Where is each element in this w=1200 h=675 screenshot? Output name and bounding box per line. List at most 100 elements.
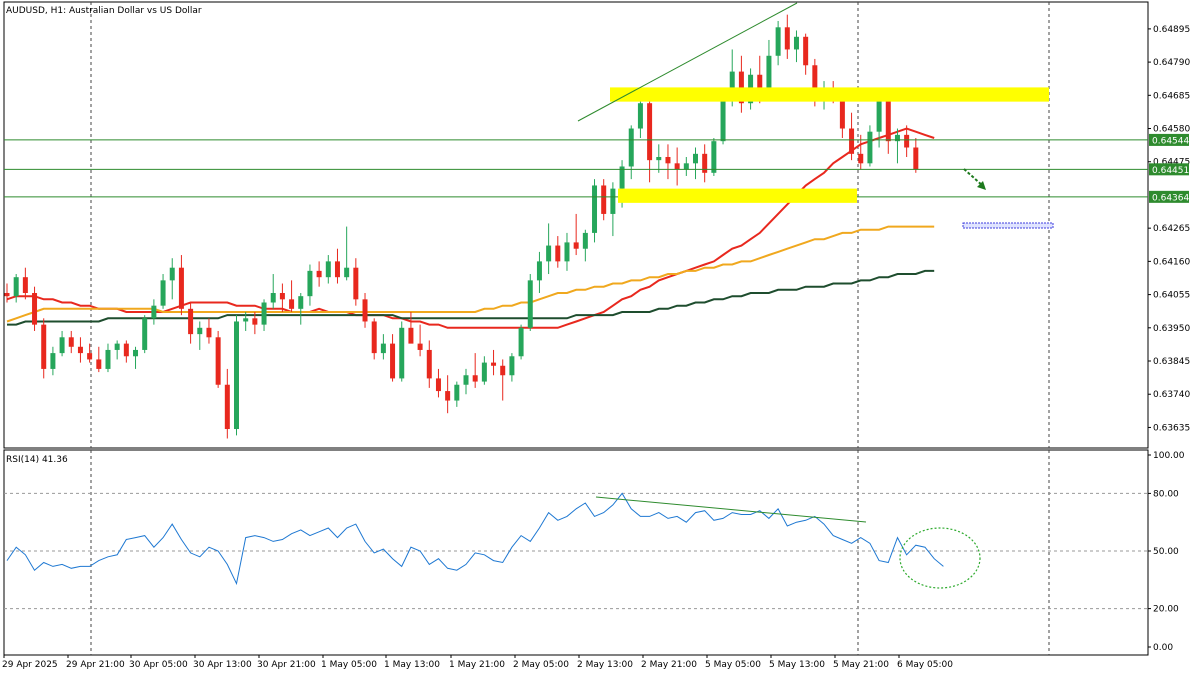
bearish-candle bbox=[215, 337, 221, 385]
bearish-candle bbox=[803, 36, 809, 66]
time-tick-label: 5 May 21:00 bbox=[833, 660, 889, 670]
bullish-candle bbox=[151, 305, 157, 319]
price-tick-label: 0.64580 bbox=[1153, 125, 1190, 135]
bullish-candle bbox=[307, 270, 313, 297]
moving-average-line bbox=[6, 225, 935, 323]
bullish-candle bbox=[693, 153, 698, 164]
price-level-label: 0.64364 bbox=[1152, 193, 1189, 203]
bearish-candle bbox=[188, 308, 194, 335]
price-tick-label: 0.64790 bbox=[1153, 58, 1190, 68]
rsi-trendline bbox=[595, 496, 867, 523]
bullish-candle bbox=[628, 128, 634, 167]
bearish-candle bbox=[555, 245, 561, 262]
support-zone bbox=[610, 87, 1049, 102]
bullish-candle bbox=[536, 261, 542, 281]
bullish-candle bbox=[518, 327, 524, 357]
rsi-panel-frame bbox=[3, 449, 1149, 656]
bullish-candle bbox=[509, 356, 515, 376]
bearish-candle bbox=[22, 277, 28, 294]
bearish-candle bbox=[178, 267, 184, 309]
rsi-label: RSI(14) 41.36 bbox=[6, 455, 68, 465]
rsi-grid bbox=[3, 449, 1149, 656]
bullish-candle bbox=[481, 362, 487, 382]
bearish-candle bbox=[353, 267, 359, 300]
bearish-candle bbox=[702, 153, 708, 173]
rsi-panel bbox=[6, 492, 981, 589]
bullish-candle bbox=[197, 327, 203, 335]
bearish-candle bbox=[601, 185, 607, 214]
bearish-candle bbox=[500, 365, 506, 376]
bearish-candle bbox=[784, 27, 790, 50]
upper-trendline bbox=[577, 2, 798, 122]
bearish-candle bbox=[4, 293, 10, 297]
bullish-candle bbox=[775, 27, 781, 56]
bullish-candle bbox=[454, 384, 460, 401]
bearish-candle bbox=[316, 270, 322, 278]
rsi-line bbox=[6, 492, 944, 586]
time-tick-label: 2 May 05:00 bbox=[513, 660, 569, 670]
bearish-candle bbox=[252, 318, 258, 325]
bearish-candle bbox=[77, 346, 83, 354]
chart-title: AUDUSD, H1: Australian Dollar vs US Doll… bbox=[6, 6, 202, 16]
rsi-highlight-circle bbox=[899, 527, 981, 589]
time-tick-label: 30 Apr 05:00 bbox=[129, 660, 188, 670]
bullish-candle bbox=[546, 245, 552, 262]
bullish-candle bbox=[380, 343, 386, 354]
bearish-candle bbox=[371, 321, 377, 354]
bullish-candle bbox=[59, 337, 65, 354]
price-tick-label: 0.64265 bbox=[1153, 224, 1190, 234]
bearish-candle bbox=[87, 353, 93, 360]
bullish-candle bbox=[105, 349, 111, 369]
rsi-tick-label: 80.00 bbox=[1153, 489, 1179, 499]
time-tick-label: 5 May 05:00 bbox=[705, 660, 761, 670]
price-chart: 0.648950.647900.646850.645800.644750.642… bbox=[2, 1, 1190, 670]
bullish-candle bbox=[50, 353, 56, 369]
bullish-candle bbox=[876, 96, 882, 132]
bullish-candle bbox=[243, 318, 249, 322]
price-level-label: 0.64544 bbox=[1152, 136, 1189, 146]
rsi-tick-label: 100.00 bbox=[1153, 451, 1185, 461]
price-tick-label: 0.64685 bbox=[1153, 91, 1190, 101]
bearish-candle bbox=[417, 343, 423, 350]
price-tick-label: 0.64895 bbox=[1153, 25, 1190, 35]
bearish-candle bbox=[123, 343, 129, 357]
time-tick-label: 30 Apr 21:00 bbox=[257, 660, 316, 670]
time-tick-label: 29 Apr 21:00 bbox=[66, 660, 125, 670]
bearish-candle bbox=[885, 96, 891, 142]
bullish-candle bbox=[610, 188, 616, 214]
time-tick-label: 29 Apr 2025 bbox=[2, 660, 58, 670]
bullish-candle bbox=[114, 343, 120, 350]
bullish-candle bbox=[711, 141, 717, 173]
price-tick-label: 0.63845 bbox=[1153, 357, 1190, 367]
bullish-candle bbox=[683, 163, 689, 170]
bearish-candle bbox=[362, 299, 368, 322]
time-tick-label: 2 May 21:00 bbox=[641, 660, 697, 670]
bearish-candle bbox=[206, 327, 212, 338]
bullish-candle bbox=[261, 302, 267, 325]
time-tick-label: 5 May 13:00 bbox=[769, 660, 825, 670]
support-zone bbox=[618, 188, 857, 203]
bullish-candle bbox=[160, 280, 166, 306]
price-tick-label: 0.64055 bbox=[1153, 291, 1190, 301]
bearish-candle bbox=[904, 134, 910, 148]
bullish-candle bbox=[867, 131, 873, 164]
bullish-candle bbox=[720, 96, 726, 142]
bullish-candle bbox=[142, 318, 148, 350]
moving-average-line bbox=[7, 269, 935, 326]
bearish-candle bbox=[858, 153, 864, 164]
bearish-candle bbox=[289, 299, 295, 309]
bearish-candle bbox=[445, 391, 451, 401]
axes: 0.648950.647900.646850.645800.644750.642… bbox=[2, 25, 1190, 670]
time-tick-label: 6 May 05:00 bbox=[897, 660, 953, 670]
bullish-candle bbox=[637, 103, 643, 129]
annotations bbox=[4, 2, 1148, 229]
candlesticks bbox=[4, 14, 919, 439]
time-tick-label: 30 Apr 13:00 bbox=[193, 660, 252, 670]
bearish-candle bbox=[674, 163, 680, 170]
moving-averages bbox=[6, 127, 935, 329]
bullish-candle bbox=[13, 277, 19, 297]
bearish-candle bbox=[32, 293, 38, 325]
bullish-candle bbox=[399, 327, 405, 379]
bearish-candle bbox=[665, 156, 671, 164]
bearish-candle bbox=[435, 378, 441, 392]
